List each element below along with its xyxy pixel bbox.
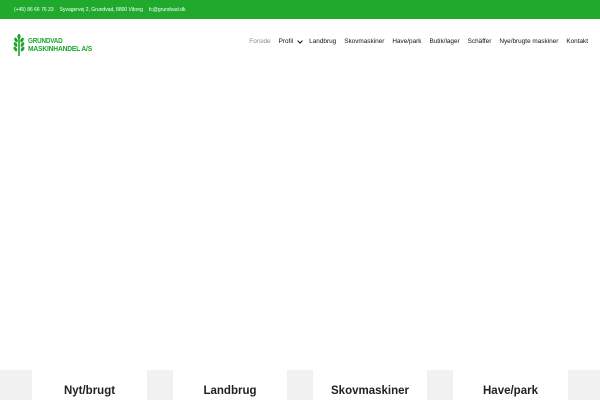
card-background	[0, 370, 32, 400]
nav-label: Have/park	[392, 38, 422, 45]
nav-item-schaffer[interactable]: Schäffer	[468, 38, 492, 45]
card-landbrug[interactable]: Landbrug	[173, 370, 287, 400]
address: Syvagervej 2, Grundvad, 8800 Viborg	[59, 6, 143, 13]
nav-item-skovmaskiner[interactable]: Skovmaskiner	[344, 38, 384, 45]
card-skovmaskiner[interactable]: Skovmaskiner	[313, 370, 427, 400]
nav-item-profil[interactable]: Profil	[278, 37, 304, 45]
card-background	[147, 370, 173, 400]
card-title: Have/park	[483, 385, 538, 397]
logo-text: GRUNDVAD MASKINHANDEL A/S	[28, 38, 101, 53]
nav-item-butik-lager[interactable]: Butik/lager	[429, 38, 459, 45]
nav-label: Skovmaskiner	[344, 38, 385, 45]
phone-number[interactable]: (+45) 86 66 76 33	[14, 7, 54, 13]
nav-label: Forside	[249, 38, 271, 45]
nav-label: Butik/lager	[429, 38, 460, 45]
category-cards: Nyt/brugt Landbrug Skovmaskiner Have/par…	[0, 370, 600, 400]
card-nyt-brugt[interactable]: Nyt/brugt	[32, 370, 147, 400]
hero-area	[0, 69, 600, 369]
nav-item-have-park[interactable]: Have/park	[392, 38, 421, 45]
nav-label: Landbrug	[309, 38, 337, 45]
card-title: Skovmaskiner	[331, 385, 409, 397]
card-background	[287, 370, 313, 400]
nav-item-nye-brugte[interactable]: Nye/brugte maskiner	[499, 38, 558, 45]
site-header: GRUNDVAD MASKINHANDEL A/S Forside Profil…	[0, 19, 600, 69]
nav-item-forside[interactable]: Forside	[249, 38, 270, 45]
site-logo[interactable]: GRUNDVAD MASKINHANDEL A/S	[12, 33, 92, 57]
logo-line-2: MASKINHANDEL A/S	[28, 43, 93, 53]
main-nav: Forside Profil Landbrug Skovmaskiner Hav…	[241, 37, 588, 45]
card-title: Landbrug	[203, 385, 257, 397]
nav-label: Kontakt	[566, 38, 588, 45]
nav-item-landbrug[interactable]: Landbrug	[309, 38, 336, 45]
contact-topbar: (+45) 86 66 76 33 Syvagervej 2, Grundvad…	[0, 0, 600, 19]
card-have-park[interactable]: Have/park	[453, 370, 568, 400]
card-title: Nyt/brugt	[63, 385, 116, 397]
wheat-icon	[13, 34, 25, 56]
nav-label: Nye/brugte maskiner	[499, 38, 559, 45]
chevron-down-icon	[297, 37, 304, 44]
card-background	[568, 370, 600, 400]
email-link[interactable]: fc@grundvad.dk	[149, 7, 185, 13]
nav-label: Schäffer	[467, 38, 492, 45]
card-background	[427, 370, 453, 400]
nav-item-kontakt[interactable]: Kontakt	[566, 38, 588, 45]
nav-label: Profil	[278, 38, 294, 45]
